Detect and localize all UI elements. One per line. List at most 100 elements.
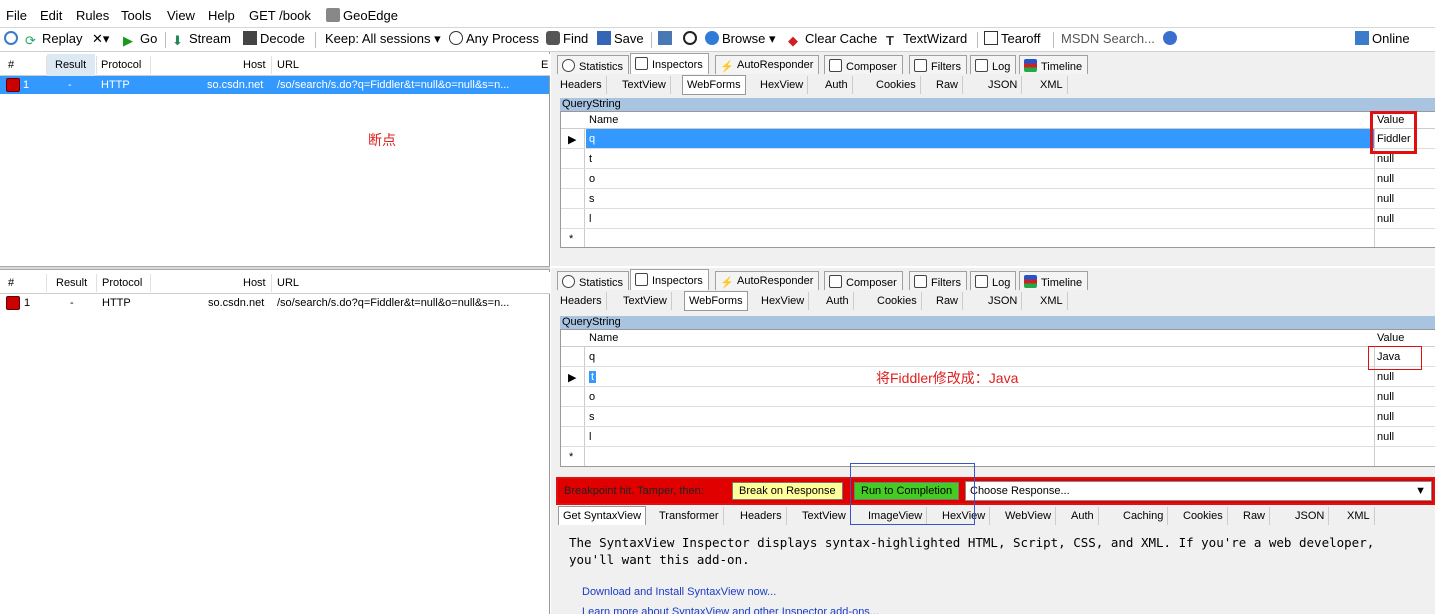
tab-raw[interactable]: Raw	[1239, 507, 1271, 525]
tab-filters[interactable]: Filters	[909, 55, 967, 75]
screenshot-button[interactable]	[658, 31, 675, 46]
qs-row[interactable]: q Java	[561, 347, 1435, 367]
tab-headers[interactable]: Headers	[556, 76, 607, 94]
go-button[interactable]: ▶ Go	[123, 31, 157, 48]
menu-get-book[interactable]: GET /book	[249, 8, 311, 23]
find-button[interactable]: Find	[546, 31, 588, 46]
col-protocol[interactable]: Protocol	[101, 59, 141, 71]
menu-bar: File Edit Rules Tools View Help GET /boo…	[0, 0, 1435, 28]
tab-timeline[interactable]: Timeline	[1019, 271, 1089, 291]
tab-caching[interactable]: Caching	[1119, 507, 1169, 525]
tab-headers[interactable]: Headers	[556, 292, 607, 310]
online-status[interactable]: Online	[1355, 31, 1410, 46]
menu-rules[interactable]: Rules	[76, 8, 109, 23]
tab-json[interactable]: JSON	[984, 76, 1023, 94]
tab-json[interactable]: JSON	[1291, 507, 1330, 525]
save-button[interactable]: Save	[597, 31, 644, 46]
tab-get-syntaxview[interactable]: Get SyntaxView	[558, 506, 647, 526]
lightning-icon: ⚡	[720, 277, 734, 289]
tab-auth[interactable]: Auth	[1067, 507, 1099, 525]
tab-autoresponder[interactable]: ⚡ AutoResponder	[715, 55, 820, 75]
menu-geoedge[interactable]: GeoEdge	[326, 8, 398, 23]
qs-row[interactable]: o null	[561, 169, 1435, 189]
tab-webforms[interactable]: WebForms	[684, 291, 748, 311]
qs-new-row[interactable]: *	[561, 447, 1435, 467]
tab-xml[interactable]: XML	[1036, 292, 1068, 310]
qs-row[interactable]: s null	[561, 189, 1435, 209]
textwizard-button[interactable]: T TextWizard	[886, 31, 967, 48]
help-button[interactable]	[1163, 31, 1180, 46]
tab-inspectors[interactable]: Inspectors	[630, 53, 709, 76]
col-host[interactable]: Host	[243, 59, 266, 71]
tearoff-button[interactable]: Tearoff	[984, 31, 1041, 46]
menu-view[interactable]: View	[167, 8, 195, 23]
tab-xml[interactable]: XML	[1036, 76, 1068, 94]
comment-button[interactable]	[4, 31, 21, 46]
tab-hexview[interactable]: HexView	[757, 292, 810, 310]
menu-help[interactable]: Help	[208, 8, 235, 23]
any-process-button[interactable]: Any Process	[449, 31, 539, 46]
qs-row[interactable]: t null	[561, 149, 1435, 169]
tab-webview[interactable]: WebView	[1001, 507, 1057, 525]
qs-row[interactable]: l null	[561, 427, 1435, 447]
tab-textview[interactable]: TextView	[619, 292, 672, 310]
remove-button[interactable]: ✕▾	[92, 31, 109, 47]
tab-inspectors[interactable]: Inspectors	[630, 269, 709, 292]
session-row-top[interactable]: 1 - HTTP so.csdn.net /so/search/s.do?q=F…	[0, 76, 549, 94]
sessions-pane: # Result Protocol Host URL E 1 - HTTP so…	[0, 52, 550, 614]
stream-button[interactable]: ⬇ Stream	[172, 31, 231, 48]
tab-textview[interactable]: TextView	[618, 76, 671, 94]
tab-cookies[interactable]: Cookies	[1179, 507, 1228, 525]
tab-raw[interactable]: Raw	[932, 292, 964, 310]
tab-headers[interactable]: Headers	[736, 507, 787, 525]
col-result[interactable]: Result	[47, 54, 95, 76]
camera-icon	[658, 31, 672, 45]
tab-cookies[interactable]: Cookies	[873, 292, 922, 310]
qs-row[interactable]: l null	[561, 209, 1435, 229]
tab-auth[interactable]: Auth	[821, 76, 853, 94]
qs-row[interactable]: ▶ q Fiddler	[561, 129, 1435, 149]
browse-button[interactable]: Browse ▾	[705, 31, 776, 47]
tab-cookies[interactable]: Cookies	[872, 76, 921, 94]
tab-filters[interactable]: Filters	[909, 271, 967, 291]
tab-autoresponder[interactable]: ⚡ AutoResponder	[715, 271, 820, 291]
binoculars-icon	[546, 31, 560, 45]
menu-edit[interactable]: Edit	[40, 8, 62, 23]
msdn-search-input[interactable]: MSDN Search...	[1061, 31, 1155, 46]
menu-file[interactable]: File	[6, 8, 27, 23]
download-syntaxview-link[interactable]: Download and Install SyntaxView now...	[582, 586, 776, 598]
tab-composer[interactable]: Composer	[824, 55, 903, 75]
tab-json[interactable]: JSON	[984, 292, 1023, 310]
tab-auth[interactable]: Auth	[822, 292, 854, 310]
clear-cache-button[interactable]: ◆ Clear Cache	[788, 31, 877, 48]
tab-composer[interactable]: Composer	[824, 271, 903, 291]
timeline-icon	[1024, 275, 1037, 288]
tab-raw[interactable]: Raw	[932, 76, 964, 94]
col-number[interactable]: #	[8, 59, 14, 71]
learn-more-link[interactable]: Learn more about SyntaxView and other In…	[582, 606, 879, 614]
col-name[interactable]: Name	[589, 114, 618, 126]
tab-statistics[interactable]: Statistics	[557, 271, 630, 291]
tab-statistics[interactable]: Statistics	[557, 55, 630, 75]
col-url[interactable]: URL	[277, 59, 299, 71]
timer-icon	[683, 31, 697, 45]
tab-hexview[interactable]: HexView	[756, 76, 809, 94]
tab-textview[interactable]: TextView	[798, 507, 851, 525]
timer-button[interactable]	[683, 31, 700, 46]
textwizard-icon: T	[886, 33, 894, 48]
decode-button[interactable]: Decode	[243, 31, 305, 46]
tab-log[interactable]: Log	[970, 271, 1017, 291]
tab-webforms[interactable]: WebForms	[682, 75, 746, 95]
tab-log[interactable]: Log	[970, 55, 1017, 75]
session-row-bottom[interactable]: 1 - HTTP so.csdn.net /so/search/s.do?q=F…	[0, 294, 549, 312]
tab-xml[interactable]: XML	[1343, 507, 1375, 525]
replay-button[interactable]: ⟳ Replay	[25, 31, 82, 48]
tab-transformer[interactable]: Transformer	[655, 507, 724, 525]
tab-timeline[interactable]: Timeline	[1019, 55, 1089, 75]
qs-row[interactable]: s null	[561, 407, 1435, 427]
keep-sessions-dropdown[interactable]: Keep: All sessions ▾	[325, 31, 441, 47]
menu-tools[interactable]: Tools	[121, 8, 151, 23]
statistics-icon	[562, 59, 575, 72]
qs-row[interactable]: o null	[561, 387, 1435, 407]
qs-new-row[interactable]: *	[561, 229, 1435, 249]
